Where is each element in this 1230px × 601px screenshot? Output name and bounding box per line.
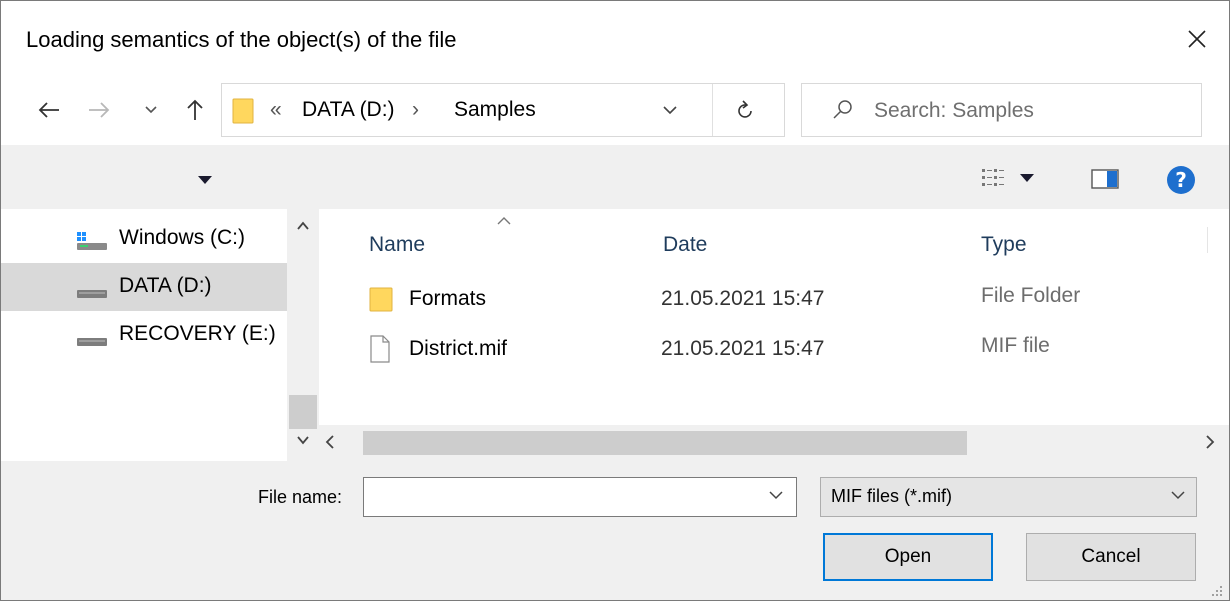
svg-text:?: ? [1175, 168, 1187, 192]
refresh-icon [738, 100, 752, 118]
chevron-down-icon[interactable] [769, 490, 783, 500]
view-details-icon [982, 169, 1004, 186]
preview-pane-button[interactable] [1091, 169, 1119, 194]
windows-drive-icon [77, 232, 107, 250]
caret-down-icon [1020, 174, 1034, 182]
nav-item-recovery-e[interactable]: RECOVERY (E:) [1, 311, 287, 359]
caret-down-icon[interactable] [197, 175, 213, 185]
file-date: 21.05.2021 15:47 [661, 287, 825, 310]
file-name-label: File name: [258, 487, 343, 507]
chevron-down-icon[interactable] [297, 435, 309, 445]
chevron-down-icon [145, 106, 157, 114]
list-item[interactable]: District.mif 21.05.2021 15:47 MIF file [359, 323, 1219, 371]
column-header-type[interactable]: Type [981, 233, 1027, 257]
list-item[interactable]: Formats 21.05.2021 15:47 File Folder [359, 273, 1219, 321]
file-name-combobox[interactable] [363, 477, 797, 517]
nav-pane-scrollbar[interactable] [287, 209, 319, 461]
search-box[interactable] [801, 83, 1202, 137]
open-file-dialog: Loading semantics of the object(s) of th… [0, 0, 1230, 601]
nav-item-label: Windows (C:) [119, 226, 246, 249]
nav-item-label: RECOVERY (E:) [119, 322, 276, 345]
nav-item-windows-c[interactable]: Windows (C:) [1, 215, 287, 263]
chevron-up-icon[interactable] [297, 221, 309, 231]
address-bar[interactable]: « DATA (D:) › Samples [221, 83, 785, 137]
open-button[interactable]: Open [823, 533, 993, 581]
file-type: File Folder [981, 284, 1081, 307]
arrow-left-icon [38, 102, 59, 118]
column-header-date[interactable]: Date [663, 233, 707, 257]
file-type-filter[interactable]: MIF files (*.mif) [820, 477, 1197, 517]
help-icon: ? [1167, 166, 1195, 194]
file-icon [370, 335, 390, 363]
arrow-up-icon [187, 99, 203, 120]
help-button[interactable]: ? [1166, 165, 1196, 200]
divider [712, 84, 713, 136]
file-date: 21.05.2021 15:47 [661, 337, 825, 360]
breadcrumb-drive[interactable]: DATA (D:) [302, 98, 395, 122]
file-type: MIF file [981, 334, 1050, 357]
breadcrumb-overflow[interactable]: « [270, 98, 282, 122]
file-list: Name Date Type Formats 21.05.2021 15:47 … [319, 209, 1229, 461]
dialog-footer: File name: MIF files (*.mif) Open Cancel [1, 461, 1229, 600]
chevron-down-icon[interactable] [662, 99, 678, 121]
scrollbar-thumb[interactable] [363, 431, 967, 455]
breadcrumb-separator: › [412, 98, 419, 121]
column-divider [1207, 227, 1208, 253]
cancel-button[interactable]: Cancel [1026, 533, 1196, 581]
nav-item-data-d[interactable]: DATA (D:) [1, 263, 287, 311]
recent-locations-button[interactable] [139, 91, 163, 129]
sort-ascending-icon [497, 217, 511, 225]
nav-item-label: DATA (D:) [119, 274, 212, 297]
title-bar: Loading semantics of the object(s) of th… [1, 1, 1229, 75]
drive-icon [77, 338, 107, 346]
chevron-right-icon[interactable] [1205, 435, 1215, 449]
change-view-button[interactable] [981, 167, 1035, 189]
chevron-left-icon[interactable] [325, 435, 335, 449]
search-icon [833, 100, 852, 119]
file-list-scrollbar[interactable] [319, 425, 1229, 461]
file-name: Formats [409, 287, 487, 310]
close-button[interactable] [1179, 21, 1215, 57]
file-name-input[interactable] [370, 484, 754, 512]
breadcrumb-folder[interactable]: Samples [454, 98, 536, 122]
drive-icon [77, 290, 107, 298]
forward-button[interactable] [79, 91, 119, 129]
command-bar: ? [1, 145, 1229, 209]
navigation-pane: Windows (C:) DATA (D:) RECOVERY (E:) [1, 209, 319, 461]
close-icon [1188, 30, 1206, 48]
folder-icon [232, 98, 254, 124]
dialog-title: Loading semantics of the object(s) of th… [26, 27, 457, 52]
preview-pane-icon [1091, 169, 1119, 189]
file-name: District.mif [409, 337, 507, 360]
back-button[interactable] [29, 91, 69, 129]
refresh-button[interactable] [727, 94, 763, 128]
chevron-down-icon [1171, 491, 1185, 500]
search-input[interactable] [872, 94, 1186, 128]
file-type-filter-value: MIF files (*.mif) [831, 486, 952, 506]
up-button[interactable] [177, 91, 213, 129]
column-header-name[interactable]: Name [369, 233, 425, 257]
scrollbar-thumb[interactable] [289, 395, 317, 429]
navigation-row: « DATA (D:) › Samples [1, 75, 1229, 145]
arrow-right-icon [89, 102, 110, 118]
resize-grip-icon[interactable] [1211, 585, 1223, 597]
folder-icon [369, 287, 393, 312]
